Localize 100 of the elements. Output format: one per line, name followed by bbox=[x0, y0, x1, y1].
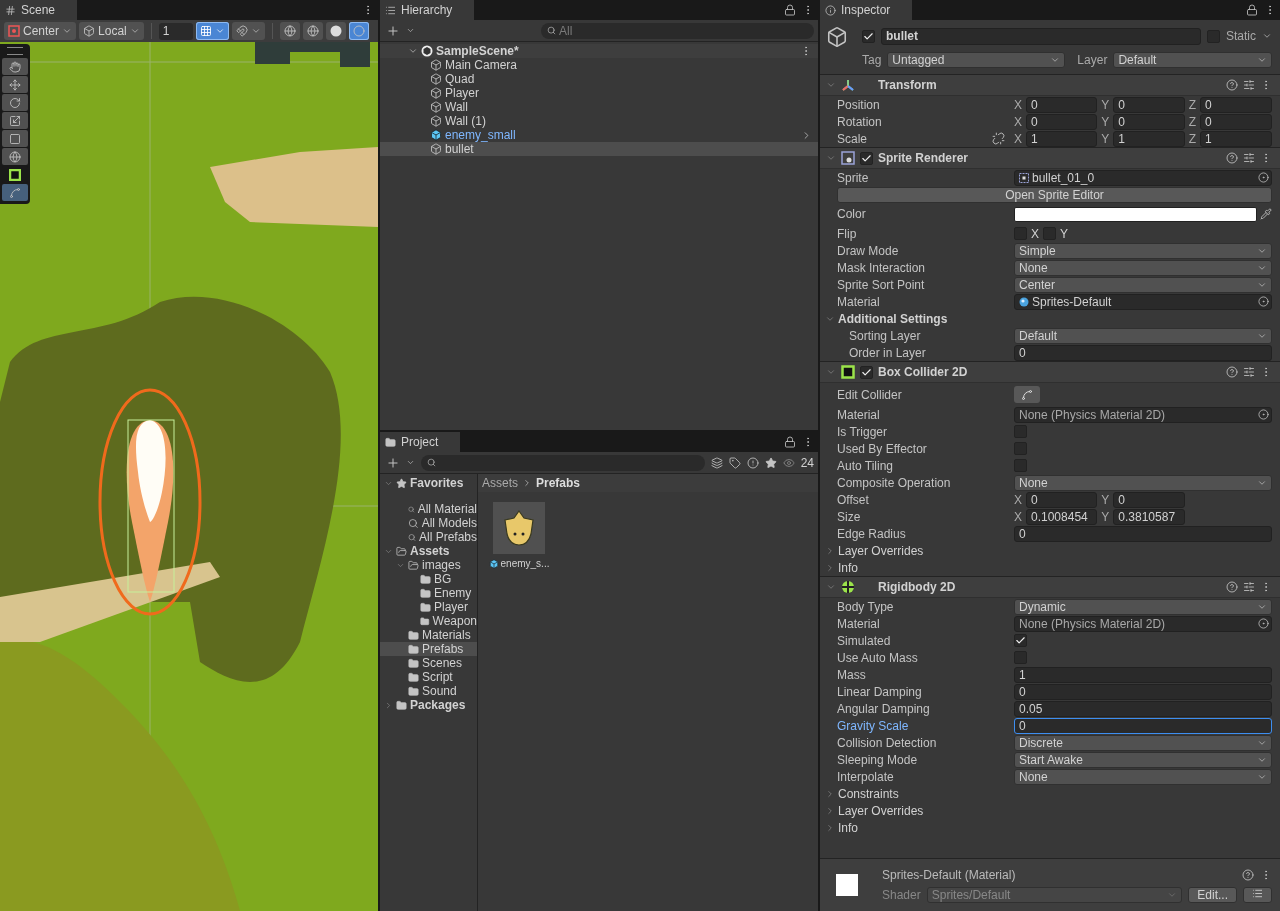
shading-button[interactable] bbox=[302, 22, 323, 40]
target-icon[interactable] bbox=[1258, 618, 1269, 629]
alert-icon[interactable] bbox=[746, 456, 759, 469]
presets-icon[interactable] bbox=[1243, 366, 1255, 378]
label-icon[interactable] bbox=[728, 456, 741, 469]
component-header[interactable]: Rigidbody 2D bbox=[820, 576, 1280, 598]
grid-size-field[interactable]: 1 bbox=[158, 22, 193, 40]
tree-item[interactable]: All Models bbox=[380, 516, 477, 530]
eyedropper-icon[interactable] bbox=[1260, 208, 1272, 220]
tree-item[interactable]: Sound bbox=[380, 684, 477, 698]
component-header[interactable]: Transform bbox=[820, 74, 1280, 96]
dropdown[interactable]: Default bbox=[1014, 327, 1272, 344]
number-field[interactable]: 1 bbox=[1113, 130, 1185, 147]
edit-collider-button[interactable] bbox=[1014, 386, 1040, 403]
object-field[interactable]: None (Physics Material 2D) bbox=[1014, 615, 1272, 632]
dropdown[interactable]: Dynamic bbox=[1014, 598, 1272, 615]
foldout[interactable]: Info bbox=[820, 559, 1280, 576]
checkbox[interactable] bbox=[1014, 634, 1027, 647]
number-field[interactable]: 0 bbox=[1026, 96, 1098, 113]
number-field[interactable]: 0 bbox=[1113, 96, 1185, 113]
component-header[interactable]: Box Collider 2D bbox=[820, 361, 1280, 383]
tree-item[interactable]: BG bbox=[380, 572, 477, 586]
shading-button[interactable] bbox=[348, 22, 369, 40]
star-icon[interactable] bbox=[764, 456, 777, 469]
number-field[interactable]: 0 bbox=[1113, 113, 1185, 130]
number-field[interactable]: 0 bbox=[1200, 113, 1272, 130]
help-icon[interactable] bbox=[1242, 869, 1254, 881]
object-field[interactable]: None (Physics Material 2D) bbox=[1014, 406, 1272, 423]
number-field[interactable]: 0 bbox=[1113, 491, 1185, 508]
foldout[interactable]: Additional Settings bbox=[820, 310, 1280, 327]
hierarchy-item[interactable]: Wall (1) bbox=[380, 114, 818, 128]
presets-icon[interactable] bbox=[1243, 79, 1255, 91]
tab[interactable]: Inspector bbox=[820, 0, 913, 20]
target-icon[interactable] bbox=[1258, 172, 1269, 183]
tree-item[interactable]: All Material bbox=[380, 502, 477, 516]
name-field[interactable]: bullet bbox=[881, 27, 1201, 45]
tab[interactable]: Scene bbox=[0, 0, 78, 20]
foldout[interactable]: Layer Overrides bbox=[820, 802, 1280, 819]
palette-grip[interactable] bbox=[7, 47, 23, 55]
number-field[interactable]: 1 bbox=[1026, 130, 1098, 147]
hierarchy-item[interactable]: Main Camera bbox=[380, 58, 818, 72]
number-field[interactable]: 0 bbox=[1014, 525, 1272, 542]
presets-icon[interactable] bbox=[1243, 152, 1255, 164]
tree-item[interactable]: images bbox=[380, 558, 477, 572]
object-field[interactable]: bullet_01_0 bbox=[1014, 169, 1272, 186]
color-field[interactable] bbox=[1014, 206, 1257, 222]
edit-button[interactable]: Edit... bbox=[1188, 887, 1237, 903]
unlink-icon[interactable] bbox=[992, 131, 1005, 145]
help-icon[interactable] bbox=[1226, 581, 1238, 593]
tree-item[interactable]: Weapon bbox=[380, 614, 477, 628]
checkbox[interactable] bbox=[860, 151, 873, 165]
foldout[interactable]: Layer Overrides bbox=[820, 542, 1280, 559]
target-icon[interactable] bbox=[1258, 296, 1269, 307]
dropdown[interactable]: None bbox=[1014, 768, 1272, 785]
gizmo-button[interactable] bbox=[279, 22, 300, 40]
presets-icon[interactable] bbox=[1243, 581, 1255, 593]
open-sprite-editor-button[interactable]: Open Sprite Editor bbox=[837, 186, 1272, 203]
number-field[interactable]: 0 bbox=[1026, 491, 1098, 508]
add-icon[interactable] bbox=[386, 455, 400, 470]
hierarchy-item[interactable]: Quad bbox=[380, 72, 818, 86]
dropdown[interactable]: Start Awake bbox=[1014, 751, 1272, 768]
tag-dropdown[interactable]: Untagged bbox=[887, 52, 1066, 68]
number-field[interactable]: 0 bbox=[1014, 344, 1272, 361]
hierarchy-item[interactable]: enemy_small bbox=[380, 128, 818, 142]
number-field[interactable]: 0.3810587 bbox=[1113, 508, 1185, 525]
search-field[interactable] bbox=[421, 454, 705, 471]
breadcrumb-link[interactable]: Prefabs bbox=[536, 476, 581, 490]
tab[interactable]: Project bbox=[380, 432, 461, 452]
number-field[interactable]: 0 bbox=[1014, 717, 1272, 734]
help-icon[interactable] bbox=[1226, 366, 1238, 378]
snap-button[interactable] bbox=[231, 22, 265, 40]
hierarchy-item[interactable]: Wall bbox=[380, 100, 818, 114]
filter-type-icon[interactable] bbox=[710, 456, 723, 469]
scene-row[interactable]: SampleScene* bbox=[380, 44, 818, 58]
hierarchy-item[interactable]: bullet bbox=[380, 142, 818, 156]
breadcrumb-link[interactable]: Assets bbox=[482, 476, 518, 490]
lock-icon[interactable] bbox=[784, 4, 796, 16]
dropdown[interactable]: None bbox=[1014, 259, 1272, 276]
add-icon[interactable] bbox=[386, 23, 400, 38]
lock-icon[interactable] bbox=[1246, 4, 1258, 16]
tree-item[interactable]: Favorites bbox=[380, 476, 477, 490]
help-icon[interactable] bbox=[1226, 152, 1238, 164]
tree-item[interactable]: Script bbox=[380, 670, 477, 684]
tree-item[interactable]: Assets bbox=[380, 544, 477, 558]
tree-item[interactable]: All Prefabs bbox=[380, 530, 477, 544]
tree-item[interactable]: Enemy bbox=[380, 586, 477, 600]
tab[interactable]: Hierarchy bbox=[380, 0, 475, 20]
eye-icon[interactable] bbox=[782, 456, 795, 469]
lock-icon[interactable] bbox=[784, 436, 796, 448]
dropdown[interactable]: Center bbox=[1014, 276, 1272, 293]
dropdown[interactable]: Simple bbox=[1014, 242, 1272, 259]
number-field[interactable]: 0 bbox=[1200, 96, 1272, 113]
grid-button[interactable] bbox=[195, 22, 229, 40]
help-icon[interactable] bbox=[1226, 79, 1238, 91]
hierarchy-item[interactable]: Player bbox=[380, 86, 818, 100]
number-field[interactable]: 1 bbox=[1200, 130, 1272, 147]
tree-item[interactable]: Player bbox=[380, 600, 477, 614]
list-menu-button[interactable] bbox=[1243, 887, 1272, 903]
asset-name[interactable]: enemy_s... bbox=[488, 558, 550, 569]
number-field[interactable]: 0.05 bbox=[1014, 700, 1272, 717]
